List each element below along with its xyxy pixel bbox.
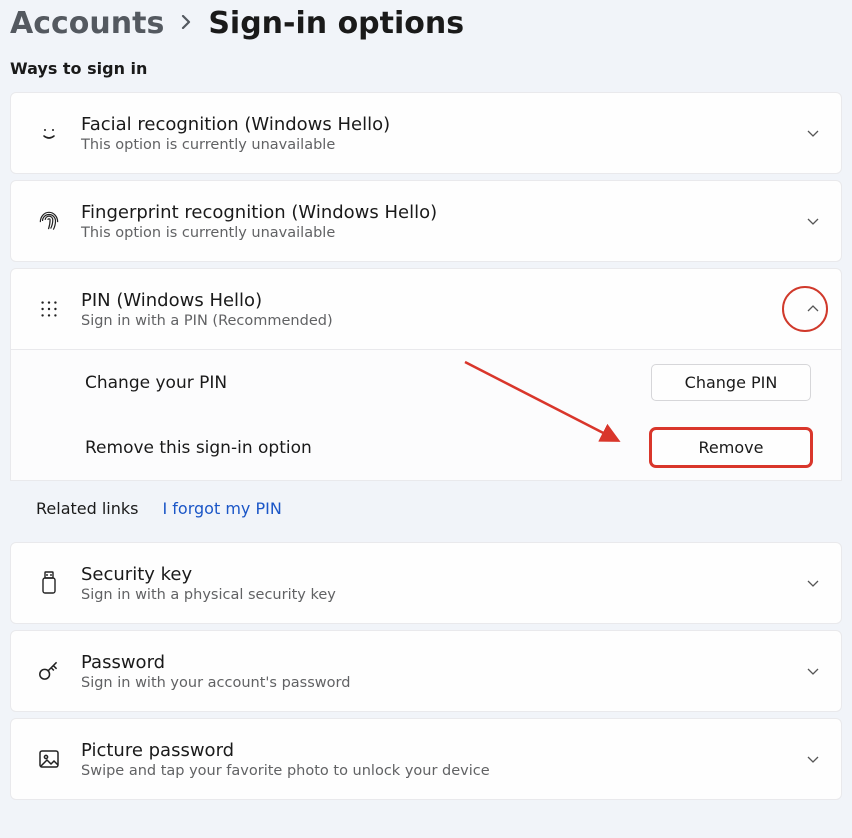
change-pin-label: Change your PIN — [85, 373, 651, 393]
remove-pin-label: Remove this sign-in option — [85, 438, 651, 458]
option-title: PIN (Windows Hello) — [81, 290, 805, 311]
option-sub: Sign in with a physical security key — [81, 587, 805, 603]
usb-icon — [31, 570, 67, 596]
breadcrumb-current: Sign-in options — [208, 6, 464, 41]
option-sub: Swipe and tap your favorite photo to unl… — [81, 763, 805, 779]
chevron-down-icon — [805, 125, 821, 141]
option-facial[interactable]: Facial recognition (Windows Hello) This … — [10, 92, 842, 174]
option-password[interactable]: Password Sign in with your account's pas… — [10, 630, 842, 712]
remove-button[interactable]: Remove — [651, 429, 811, 466]
option-picture-password[interactable]: Picture password Swipe and tap your favo… — [10, 718, 842, 800]
option-title: Fingerprint recognition (Windows Hello) — [81, 202, 805, 223]
breadcrumb: Accounts Sign-in options — [10, 0, 842, 59]
related-links-row: Related links I forgot my PIN — [10, 481, 842, 536]
option-title: Password — [81, 652, 805, 673]
option-title: Security key — [81, 564, 805, 585]
chevron-right-icon — [180, 13, 192, 34]
face-icon — [31, 121, 67, 145]
forgot-pin-link[interactable]: I forgot my PIN — [162, 499, 281, 518]
chevron-down-icon — [805, 213, 821, 229]
option-fingerprint[interactable]: Fingerprint recognition (Windows Hello) … — [10, 180, 842, 262]
section-title: Ways to sign in — [10, 59, 842, 78]
related-links-label: Related links — [36, 499, 138, 518]
option-pin[interactable]: PIN (Windows Hello) Sign in with a PIN (… — [10, 268, 842, 350]
breadcrumb-parent[interactable]: Accounts — [10, 6, 164, 41]
remove-pin-row: Remove this sign-in option Remove — [11, 415, 841, 480]
pin-icon — [31, 298, 67, 320]
fingerprint-icon — [31, 208, 67, 234]
option-pin-panel: Change your PIN Change PIN Remove this s… — [10, 350, 842, 481]
chevron-down-icon — [805, 575, 821, 591]
option-sub: This option is currently unavailable — [81, 137, 805, 153]
option-sub: Sign in with your account's password — [81, 675, 805, 691]
option-sub: Sign in with a PIN (Recommended) — [81, 313, 805, 329]
key-icon — [31, 658, 67, 684]
image-icon — [31, 747, 67, 771]
option-security-key[interactable]: Security key Sign in with a physical sec… — [10, 542, 842, 624]
option-title: Facial recognition (Windows Hello) — [81, 114, 805, 135]
chevron-down-icon — [805, 663, 821, 679]
chevron-up-icon — [805, 301, 821, 317]
change-pin-button[interactable]: Change PIN — [651, 364, 811, 401]
chevron-down-icon — [805, 751, 821, 767]
option-sub: This option is currently unavailable — [81, 225, 805, 241]
option-title: Picture password — [81, 740, 805, 761]
change-pin-row: Change your PIN Change PIN — [11, 350, 841, 415]
